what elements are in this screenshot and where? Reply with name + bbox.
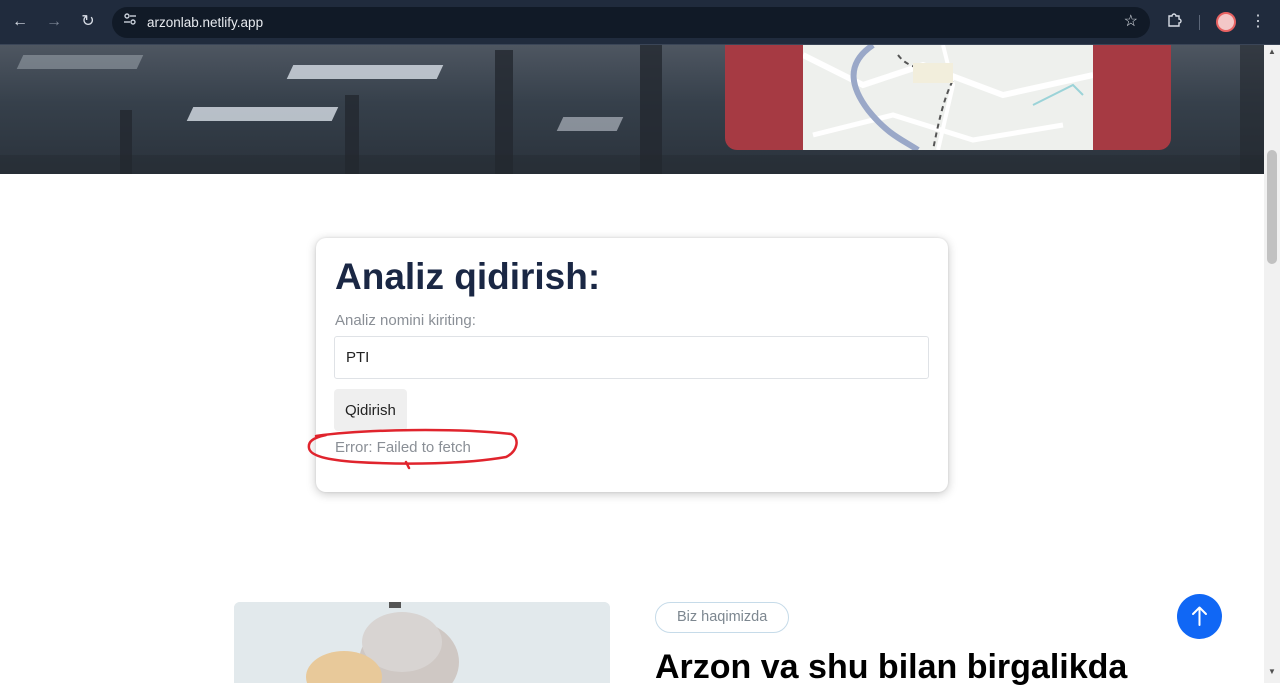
search-button[interactable]: Qidirish (334, 389, 407, 431)
floor-shadow (0, 155, 1264, 174)
input-label: Analiz nomini kiriting: (335, 312, 476, 329)
scroll-down-arrow-icon[interactable]: ▼ (1268, 667, 1276, 676)
ceiling-light (186, 107, 339, 121)
toolbar-separator (1199, 15, 1200, 30)
browser-toolbar: ← → ↻ arzonlab.netlify.app ☆ ⋮ (0, 0, 1280, 45)
url-text[interactable]: arzonlab.netlify.app (147, 7, 263, 38)
about-photo (234, 602, 610, 683)
map-image (803, 45, 1093, 150)
about-badge: Biz haqimizda (655, 602, 790, 633)
ceiling-light (286, 65, 444, 79)
arrow-up-icon (1192, 606, 1207, 626)
scroll-up-arrow-icon[interactable]: ▲ (1268, 47, 1276, 56)
back-arrow-icon[interactable]: ← (8, 10, 32, 34)
tune-icon[interactable] (120, 12, 140, 32)
about-heading: Arzon va shu bilan birgalikda (655, 648, 1128, 686)
ceiling-light (16, 55, 144, 69)
forward-arrow-icon[interactable]: → (42, 10, 66, 34)
scrollbar-thumb[interactable] (1267, 150, 1277, 264)
kebab-menu-icon[interactable]: ⋮ (1250, 11, 1266, 33)
hero-map-card (725, 45, 1171, 150)
scroll-to-top-button[interactable] (1177, 594, 1222, 639)
hero-banner (0, 45, 1264, 174)
page-title: Analiz qidirish: (335, 256, 601, 297)
profile-avatar[interactable] (1216, 12, 1236, 32)
analysis-search-input[interactable] (334, 336, 929, 379)
annotation-circle (307, 428, 518, 470)
reload-icon[interactable]: ↻ (76, 10, 100, 34)
star-icon[interactable]: ☆ (1124, 13, 1138, 31)
ceiling-light (556, 117, 624, 131)
page-scrollbar[interactable]: ▲ ▼ (1264, 45, 1280, 683)
address-bar[interactable]: arzonlab.netlify.app ☆ (112, 7, 1150, 38)
puzzle-icon[interactable] (1165, 11, 1185, 31)
